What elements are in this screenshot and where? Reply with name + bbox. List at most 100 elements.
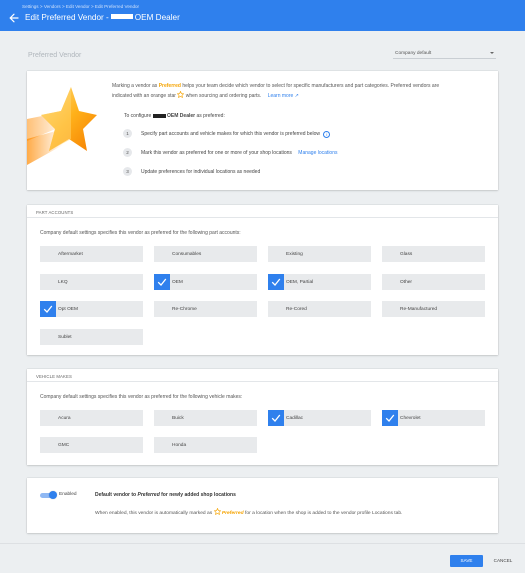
part-account-lkq[interactable]: LKQ [40,274,143,290]
step-3-number: 3 [123,167,132,176]
tile-label: Existing [286,251,303,257]
default-vendor-card [27,478,498,533]
page-title: Edit Preferred Vendor - OEM Dealer [25,13,180,22]
configure-suffix: as preferred: [196,113,225,119]
tile-label: Cadillac [286,415,304,421]
step-2-text: Mark this vendor as preferred for one or… [141,150,338,156]
step-1-number: 1 [123,129,132,138]
tile-label: OEM, Partial [286,279,314,285]
title-prefix: Edit Preferred Vendor - [25,13,109,22]
redacted-vendor-name [110,14,133,20]
part-account-sublet[interactable]: Sublet [40,329,143,345]
default-vendor-desc-preferred: Preferred [221,511,244,516]
checkmark-icon [40,301,56,317]
preferred-star-illustration-icon [27,81,99,181]
tile-label: Re-Manufactured [400,306,438,312]
app-header: Settings > Vendors > Edit Vendor > Edit … [0,0,525,31]
redacted-vendor-name [152,113,166,118]
step-1-label: Specify part accounts and vehicle makes … [141,131,320,137]
default-vendor-title-preferred: Preferred [137,492,160,498]
part-account-existing[interactable]: Existing [268,246,371,262]
scope-select[interactable]: Company default [393,49,496,59]
step-1-text: Specify part accounts and vehicle makes … [141,131,331,138]
vehicle-make-cadillac[interactable]: Cadillac [268,410,371,426]
back-arrow-icon[interactable] [8,12,20,24]
chevron-down-icon [490,52,494,54]
checkmark-icon [268,410,284,426]
intro-paragraph: Marking a vendor as Preferred helps your… [112,83,494,100]
configure-prefix: To configure [124,113,152,119]
intro-card: Marking a vendor as Preferred helps your… [27,71,498,190]
configure-vendor: OEM Dealer [167,113,196,119]
scope-select-value: Company default [395,51,432,56]
default-vendor-description: When enabled, this vendor is automatical… [95,507,403,516]
preferred-vendor-title: Preferred Vendor [28,52,82,59]
learn-more-link[interactable]: Learn more [268,93,294,99]
tile-label: Glass [400,251,413,257]
orange-star-icon [176,90,185,99]
part-account-oem[interactable]: OEM [154,274,257,290]
checkmark-icon [382,410,398,426]
intro-text-4: when sourcing and ordering parts. [185,92,262,99]
part-account-oem-partial[interactable]: OEM, Partial [268,274,371,290]
part-account-aftermarket[interactable]: Aftermarket [40,246,143,262]
default-vendor-title: Default vendor to Preferred for newly ad… [95,492,236,498]
tile-label: Consumables [172,251,202,257]
part-accounts-header: PART ACCOUNTS [27,205,498,218]
default-vendor-toggle[interactable] [40,491,57,499]
step-2-number: 2 [123,148,132,157]
preferred-word: Preferred [158,83,181,89]
tile-label: Chevrolet [400,415,421,421]
manage-locations-link[interactable]: Manage locations [298,150,337,156]
part-account-re-chrome[interactable]: Re-Chrome [154,301,257,317]
cancel-button[interactable]: CANCEL [488,555,518,567]
default-vendor-desc-2: for a location when the shop is added to… [245,511,403,516]
tile-label: Sublet [58,334,72,340]
intro-text-2: helps your team decide which vendor to s… [182,83,440,89]
tile-label: LKQ [58,279,68,285]
default-vendor-title-1: Default vendor to [95,492,137,498]
part-accounts-description: Company default settings specifies this … [40,230,241,236]
tile-label: Honda [172,442,187,448]
save-button[interactable]: SAVE [450,555,483,567]
orange-star-icon [213,507,221,516]
part-account-opt-oem[interactable]: Opt OEM [40,301,143,317]
part-account-re-cored[interactable]: Re-Cored [268,301,371,317]
vehicle-make-honda[interactable]: Honda [154,437,257,453]
part-account-glass[interactable]: Glass [382,246,485,262]
intro-text-3: indicated with an orange star [112,92,176,99]
configure-line: To configure OEM Dealer as preferred: [124,113,225,119]
breadcrumb[interactable]: Settings > Vendors > Edit Vendor > Edit … [22,4,139,9]
part-account-re-manufactured[interactable]: Re-Manufactured [382,301,485,317]
tile-label: GMC [58,442,70,448]
tile-label: Re-Chrome [172,306,197,312]
vehicle-makes-description: Company default settings specifies this … [40,394,243,400]
vehicle-make-buick[interactable]: Buick [154,410,257,426]
checkmark-icon [268,274,284,290]
toggle-knob [49,491,57,499]
title-suffix: OEM Dealer [134,13,180,22]
default-vendor-title-2: for newly added shop locations [161,492,236,498]
toggle-label: Enabled [59,492,77,497]
vehicle-make-acura[interactable]: Acura [40,410,143,426]
tile-label: Acura [58,415,71,421]
checkmark-icon [154,274,170,290]
footer-bar [0,543,525,573]
tile-label: Re-Cored [286,306,307,312]
part-account-other[interactable]: Other [382,274,485,290]
info-icon[interactable]: i [323,131,331,138]
external-link-icon[interactable]: ↗ [293,93,299,99]
step-3-text: Update preferences for individual locati… [141,169,261,175]
vehicle-makes-header: VEHICLE MAKES [27,369,498,382]
step-2-label: Mark this vendor as preferred for one or… [141,150,292,156]
vehicle-make-chevrolet[interactable]: Chevrolet [382,410,485,426]
tile-label: Opt OEM [58,306,78,312]
tile-label: OEM [172,279,183,285]
tile-label: Aftermarket [58,251,83,257]
tile-label: Other [400,279,412,285]
tile-label: Buick [172,415,184,421]
vehicle-make-gmc[interactable]: GMC [40,437,143,453]
default-vendor-desc-1: When enabled, this vendor is automatical… [95,511,213,516]
intro-text-1: Marking a vendor as [112,83,158,89]
part-account-consumables[interactable]: Consumables [154,246,257,262]
